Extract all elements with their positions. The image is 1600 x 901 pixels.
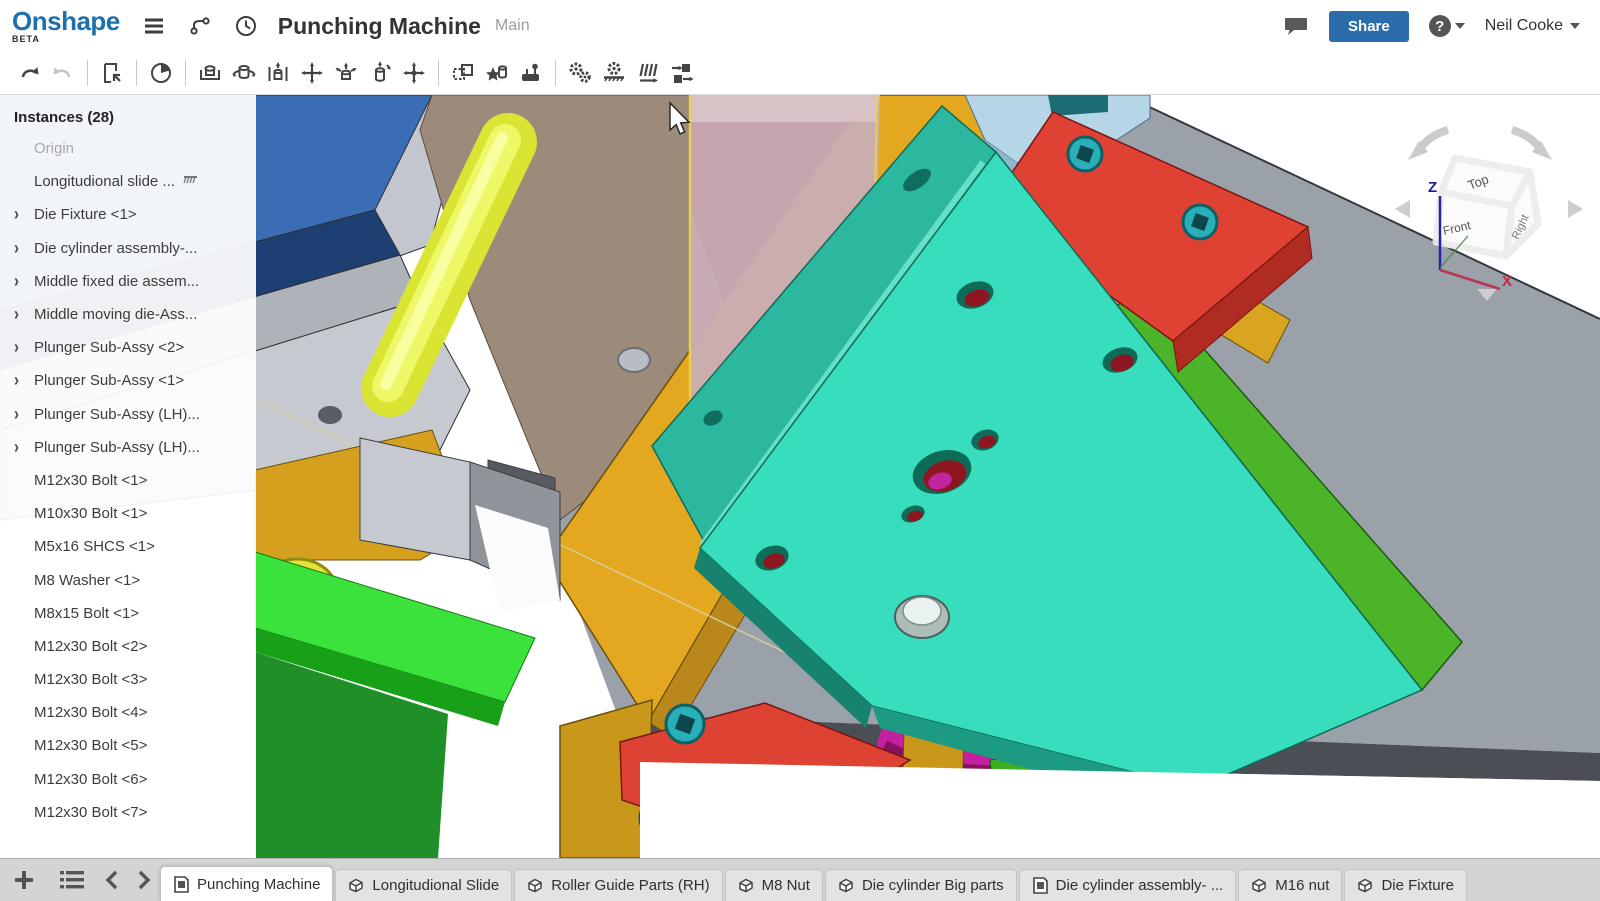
user-name: Neil Cooke	[1485, 17, 1563, 35]
screw-relation-icon[interactable]	[631, 56, 665, 90]
instance-item[interactable]: M12x30 Bolt <3>	[0, 663, 256, 696]
x-axis-label: X	[1502, 273, 1512, 290]
expand-chevron-icon[interactable]: ›	[14, 437, 34, 458]
workspace-name[interactable]: Main	[495, 17, 530, 35]
tab-roller-guide-parts[interactable]: Roller Guide Parts (RH)	[514, 869, 722, 901]
instance-item[interactable]: M12x30 Bolt <4>	[0, 696, 256, 729]
comment-icon[interactable]	[1283, 14, 1309, 38]
tab-die-fixture[interactable]: Die Fixture	[1344, 869, 1467, 901]
onshape-logo[interactable]: Onshape BETA	[12, 8, 120, 44]
ball-mate-icon[interactable]	[329, 56, 363, 90]
instance-item[interactable]: M10x30 Bolt <1>	[0, 497, 256, 530]
revolute-mate-icon[interactable]	[227, 56, 261, 90]
help-icon: ?	[1429, 15, 1451, 37]
fastened-mate-icon[interactable]	[193, 56, 227, 90]
logo-beta-text: BETA	[12, 35, 120, 44]
expand-chevron-icon[interactable]: ›	[14, 403, 34, 424]
assembly-toolbar	[0, 52, 1600, 95]
instances-panel: Instances (28) Origin Longitudional slid…	[0, 95, 256, 858]
next-tabs-button[interactable]	[128, 859, 160, 901]
pin-slot-mate-icon[interactable]	[397, 56, 431, 90]
undo-icon[interactable]	[12, 56, 46, 90]
part-studio-icon	[838, 877, 855, 894]
logo-text: Onshape	[12, 8, 120, 34]
cylindrical-mate-icon[interactable]	[363, 56, 397, 90]
tab-die-cylinder-big-parts[interactable]: Die cylinder Big parts	[825, 869, 1017, 901]
instance-item[interactable]: M8x15 Bolt <1>	[0, 597, 256, 630]
instance-item[interactable]: M12x30 Bolt <7>	[0, 796, 256, 829]
gear-relation-icon[interactable]	[563, 56, 597, 90]
share-button[interactable]: Share	[1329, 11, 1409, 42]
mate-connector-icon[interactable]	[480, 56, 514, 90]
ground-icon	[183, 173, 198, 190]
instance-item[interactable]: ›Plunger Sub-Assy <1>	[0, 364, 256, 397]
part-studio-icon	[527, 877, 544, 894]
group-icon[interactable]	[446, 56, 480, 90]
tab-m8-nut[interactable]: M8 Nut	[725, 869, 823, 901]
socket-bolt[interactable]	[666, 705, 704, 743]
hex-bolt[interactable]	[895, 596, 949, 638]
document-title: Punching Machine	[278, 13, 481, 40]
instance-item[interactable]: M12x30 Bolt <5>	[0, 729, 256, 762]
tab-m16-nut[interactable]: M16 nut	[1238, 869, 1342, 901]
tab-punching-machine[interactable]: Punching Machine	[160, 866, 333, 901]
part-studio-icon	[738, 877, 755, 894]
z-axis-label: Z	[1428, 179, 1437, 196]
expand-chevron-icon[interactable]: ›	[14, 238, 34, 259]
document-tab-bar: Punching Machine Longitudional Slide Rol…	[0, 858, 1600, 901]
tab-manager-button[interactable]	[48, 859, 96, 901]
part-studio-icon	[1357, 877, 1374, 894]
expand-chevron-icon[interactable]: ›	[14, 337, 34, 358]
instance-item[interactable]: M12x30 Bolt <6>	[0, 763, 256, 796]
instance-item[interactable]: M12x30 Bolt <2>	[0, 630, 256, 663]
insert-icon[interactable]	[95, 56, 129, 90]
slider-mate-icon[interactable]	[261, 56, 295, 90]
instance-item[interactable]: ›Die Fixture <1>	[0, 198, 256, 231]
instance-item[interactable]: M5x16 SHCS <1>	[0, 530, 256, 563]
assembly-icon	[1032, 877, 1049, 894]
planar-mate-icon[interactable]	[295, 56, 329, 90]
instance-item[interactable]: ›Middle fixed die assem...	[0, 265, 256, 298]
linear-relation-icon[interactable]	[665, 56, 699, 90]
expand-chevron-icon[interactable]: ›	[14, 304, 34, 325]
rack-and-pinion-relation-icon[interactable]	[597, 56, 631, 90]
prev-tabs-button[interactable]	[96, 859, 128, 901]
history-clock-icon[interactable]	[234, 14, 258, 38]
part-studio-icon	[1251, 877, 1268, 894]
instance-item[interactable]: ›Plunger Sub-Assy (LH)...	[0, 398, 256, 431]
instance-item[interactable]: ›Die cylinder assembly-...	[0, 232, 256, 265]
assembly-icon	[173, 876, 190, 893]
socket-bolt[interactable]	[1183, 205, 1217, 239]
chevron-down-icon	[1455, 23, 1465, 29]
tab-die-cylinder-assembly[interactable]: Die cylinder assembly- ...	[1019, 869, 1237, 901]
versions-branch-icon[interactable]	[188, 14, 212, 38]
expand-chevron-icon[interactable]: ›	[14, 271, 34, 292]
instance-item[interactable]: Longitudional slide ...	[0, 165, 256, 198]
chevron-down-icon	[1570, 23, 1580, 29]
instance-item[interactable]: ›Plunger Sub-Assy (LH)...	[0, 431, 256, 464]
document-loading-icon	[144, 56, 178, 90]
instances-title: Instances (28)	[0, 95, 256, 132]
expand-chevron-icon[interactable]: ›	[14, 204, 34, 225]
main-menu-icon[interactable]	[142, 14, 166, 38]
instance-item[interactable]: M8 Washer <1>	[0, 563, 256, 596]
instance-origin[interactable]: Origin	[0, 132, 256, 165]
user-menu[interactable]: Neil Cooke	[1485, 17, 1580, 35]
instance-item[interactable]: ›Middle moving die-Ass...	[0, 298, 256, 331]
redo-icon[interactable]	[46, 56, 80, 90]
part-studio-icon	[348, 877, 365, 894]
help-menu[interactable]: ?	[1429, 15, 1465, 37]
app-header: Onshape BETA Punching Machine Main Share…	[0, 0, 1600, 52]
named-positions-icon[interactable]	[514, 56, 548, 90]
instance-item[interactable]: M12x30 Bolt <1>	[0, 464, 256, 497]
new-tab-button[interactable]	[0, 859, 48, 901]
instance-item[interactable]: ›Plunger Sub-Assy <2>	[0, 331, 256, 364]
socket-bolt[interactable]	[1068, 137, 1102, 171]
expand-chevron-icon[interactable]: ›	[14, 370, 34, 391]
tab-longitudional-slide[interactable]: Longitudional Slide	[335, 869, 512, 901]
